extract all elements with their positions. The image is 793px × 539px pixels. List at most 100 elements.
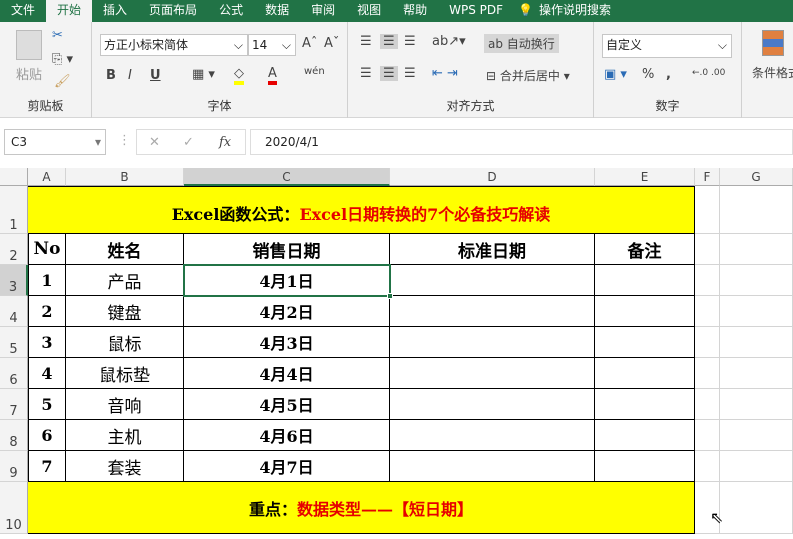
align-top-icon[interactable]: ☰ xyxy=(360,34,372,49)
insert-function-button[interactable]: fx xyxy=(219,133,231,153)
cell-C6[interactable]: 4月4日 xyxy=(184,358,390,389)
font-name-select[interactable]: 方正小标宋简体 ⌵ xyxy=(100,34,248,56)
cell-F1[interactable] xyxy=(695,186,720,234)
align-middle-icon[interactable]: ☰ xyxy=(380,34,398,49)
tab-review[interactable]: 审阅 xyxy=(300,0,346,22)
cell-C5[interactable]: 4月3日 xyxy=(184,327,390,358)
cell-F6[interactable] xyxy=(695,358,720,389)
cell-B8[interactable]: 主机 xyxy=(66,420,184,451)
accounting-icon[interactable]: ▣ ▾ xyxy=(604,67,627,82)
decrease-font-icon[interactable]: Aˇ xyxy=(324,36,339,51)
conditional-format-icon[interactable] xyxy=(762,30,784,56)
cell-A8[interactable]: 6 xyxy=(28,420,66,451)
percent-button[interactable]: % xyxy=(642,67,654,82)
tab-page-layout[interactable]: 页面布局 xyxy=(138,0,208,22)
cell-G3[interactable] xyxy=(720,265,793,296)
merge-center-button[interactable]: ⊟ 合并后居中 ▾ xyxy=(486,67,570,84)
cell-A7[interactable]: 5 xyxy=(28,389,66,420)
title-cell[interactable]: Excel函数公式： Excel日期转换的7个必备技巧解读 xyxy=(28,186,695,234)
cell-G5[interactable] xyxy=(720,327,793,358)
cell-G8[interactable] xyxy=(720,420,793,451)
cell-D5[interactable] xyxy=(390,327,595,358)
tell-me-search[interactable]: 操作说明搜索 xyxy=(537,0,622,22)
header-cell[interactable]: 销售日期 xyxy=(184,234,390,265)
indent-icons[interactable]: ⇤ ⇥ xyxy=(432,66,458,81)
column-header-d[interactable]: D xyxy=(390,168,595,186)
comma-button[interactable]: , xyxy=(666,67,671,82)
cell-E7[interactable] xyxy=(595,389,695,420)
paste-button[interactable]: 粘贴 xyxy=(16,64,42,83)
cell-A6[interactable]: 4 xyxy=(28,358,66,389)
cell-G4[interactable] xyxy=(720,296,793,327)
cell-F8[interactable] xyxy=(695,420,720,451)
cell-F7[interactable] xyxy=(695,389,720,420)
tab-data[interactable]: 数据 xyxy=(254,0,300,22)
cell-G1[interactable] xyxy=(720,186,793,234)
column-header-g[interactable]: G xyxy=(720,168,793,186)
cell-F4[interactable] xyxy=(695,296,720,327)
wrap-text-button[interactable]: ab 自动换行 xyxy=(484,34,559,53)
cell-C4[interactable]: 4月2日 xyxy=(184,296,390,327)
cell-F9[interactable] xyxy=(695,451,720,482)
cell-D4[interactable] xyxy=(390,296,595,327)
cell-B6[interactable]: 鼠标垫 xyxy=(66,358,184,389)
header-cell[interactable]: 标准日期 xyxy=(390,234,595,265)
row-header-6[interactable]: 6 xyxy=(0,358,28,389)
row-header-9[interactable]: 9 xyxy=(0,451,28,482)
row-header-4[interactable]: 4 xyxy=(0,296,28,327)
cell-E8[interactable] xyxy=(595,420,695,451)
cell-E9[interactable] xyxy=(595,451,695,482)
cell-C7[interactable]: 4月5日 xyxy=(184,389,390,420)
border-icon[interactable]: ▦ ▾ xyxy=(192,67,215,82)
italic-button[interactable]: I xyxy=(128,68,132,83)
tab-formulas[interactable]: 公式 xyxy=(208,0,254,22)
name-box[interactable]: C3 ▾ xyxy=(4,129,106,155)
row-header-1[interactable]: 1 xyxy=(0,186,28,234)
cell-B9[interactable]: 套装 xyxy=(66,451,184,482)
cell-G6[interactable] xyxy=(720,358,793,389)
column-header-f[interactable]: F xyxy=(695,168,720,186)
cell-D3[interactable] xyxy=(390,265,595,296)
row-header-5[interactable]: 5 xyxy=(0,327,28,358)
cell-F2[interactable] xyxy=(695,234,720,265)
header-cell[interactable]: 姓名 xyxy=(66,234,184,265)
cell-E3[interactable] xyxy=(595,265,695,296)
cell-D9[interactable] xyxy=(390,451,595,482)
cell-F3[interactable] xyxy=(695,265,720,296)
align-left-icon[interactable]: ☰ xyxy=(360,66,372,81)
number-format-select[interactable]: 自定义 ⌵ xyxy=(602,34,732,58)
header-cell[interactable]: No xyxy=(28,234,66,265)
cell-A9[interactable]: 7 xyxy=(28,451,66,482)
cell-G10[interactable] xyxy=(720,482,793,534)
tab-insert[interactable]: 插入 xyxy=(92,0,138,22)
formula-input[interactable]: 2020/4/1 xyxy=(250,129,793,155)
row-header-8[interactable]: 8 xyxy=(0,420,28,451)
cell-B3[interactable]: 产品 xyxy=(66,265,184,296)
cell-G2[interactable] xyxy=(720,234,793,265)
cell-F5[interactable] xyxy=(695,327,720,358)
fill-handle[interactable] xyxy=(387,293,393,299)
cell-B7[interactable]: 音响 xyxy=(66,389,184,420)
cell-D7[interactable] xyxy=(390,389,595,420)
decimal-icons[interactable]: ←.0 .00 xyxy=(692,68,725,78)
header-cell[interactable]: 备注 xyxy=(595,234,695,265)
increase-font-icon[interactable]: Aˆ xyxy=(302,36,317,51)
cell-C8[interactable]: 4月6日 xyxy=(184,420,390,451)
bold-button[interactable]: B xyxy=(106,68,116,83)
phonetic-button[interactable]: wén xyxy=(304,66,325,77)
font-color-icon[interactable]: A xyxy=(268,66,277,85)
row-header-10[interactable]: 10 xyxy=(0,482,28,534)
column-header-e[interactable]: E xyxy=(595,168,695,186)
tab-help[interactable]: 帮助 xyxy=(392,0,438,22)
cut-icon[interactable]: ✂ xyxy=(52,28,63,43)
select-all-corner[interactable] xyxy=(0,168,28,186)
orientation-icon[interactable]: ab↗▾ xyxy=(432,34,466,49)
cell-A4[interactable]: 2 xyxy=(28,296,66,327)
cell-D8[interactable] xyxy=(390,420,595,451)
column-header-c[interactable]: C xyxy=(184,168,390,186)
footer-cell[interactable]: 重点： 数据类型——【短日期】 xyxy=(28,482,695,534)
cell-A3[interactable]: 1 xyxy=(28,265,66,296)
align-bottom-icon[interactable]: ☰ xyxy=(404,34,416,49)
cell-B5[interactable]: 鼠标 xyxy=(66,327,184,358)
row-header-7[interactable]: 7 xyxy=(0,389,28,420)
